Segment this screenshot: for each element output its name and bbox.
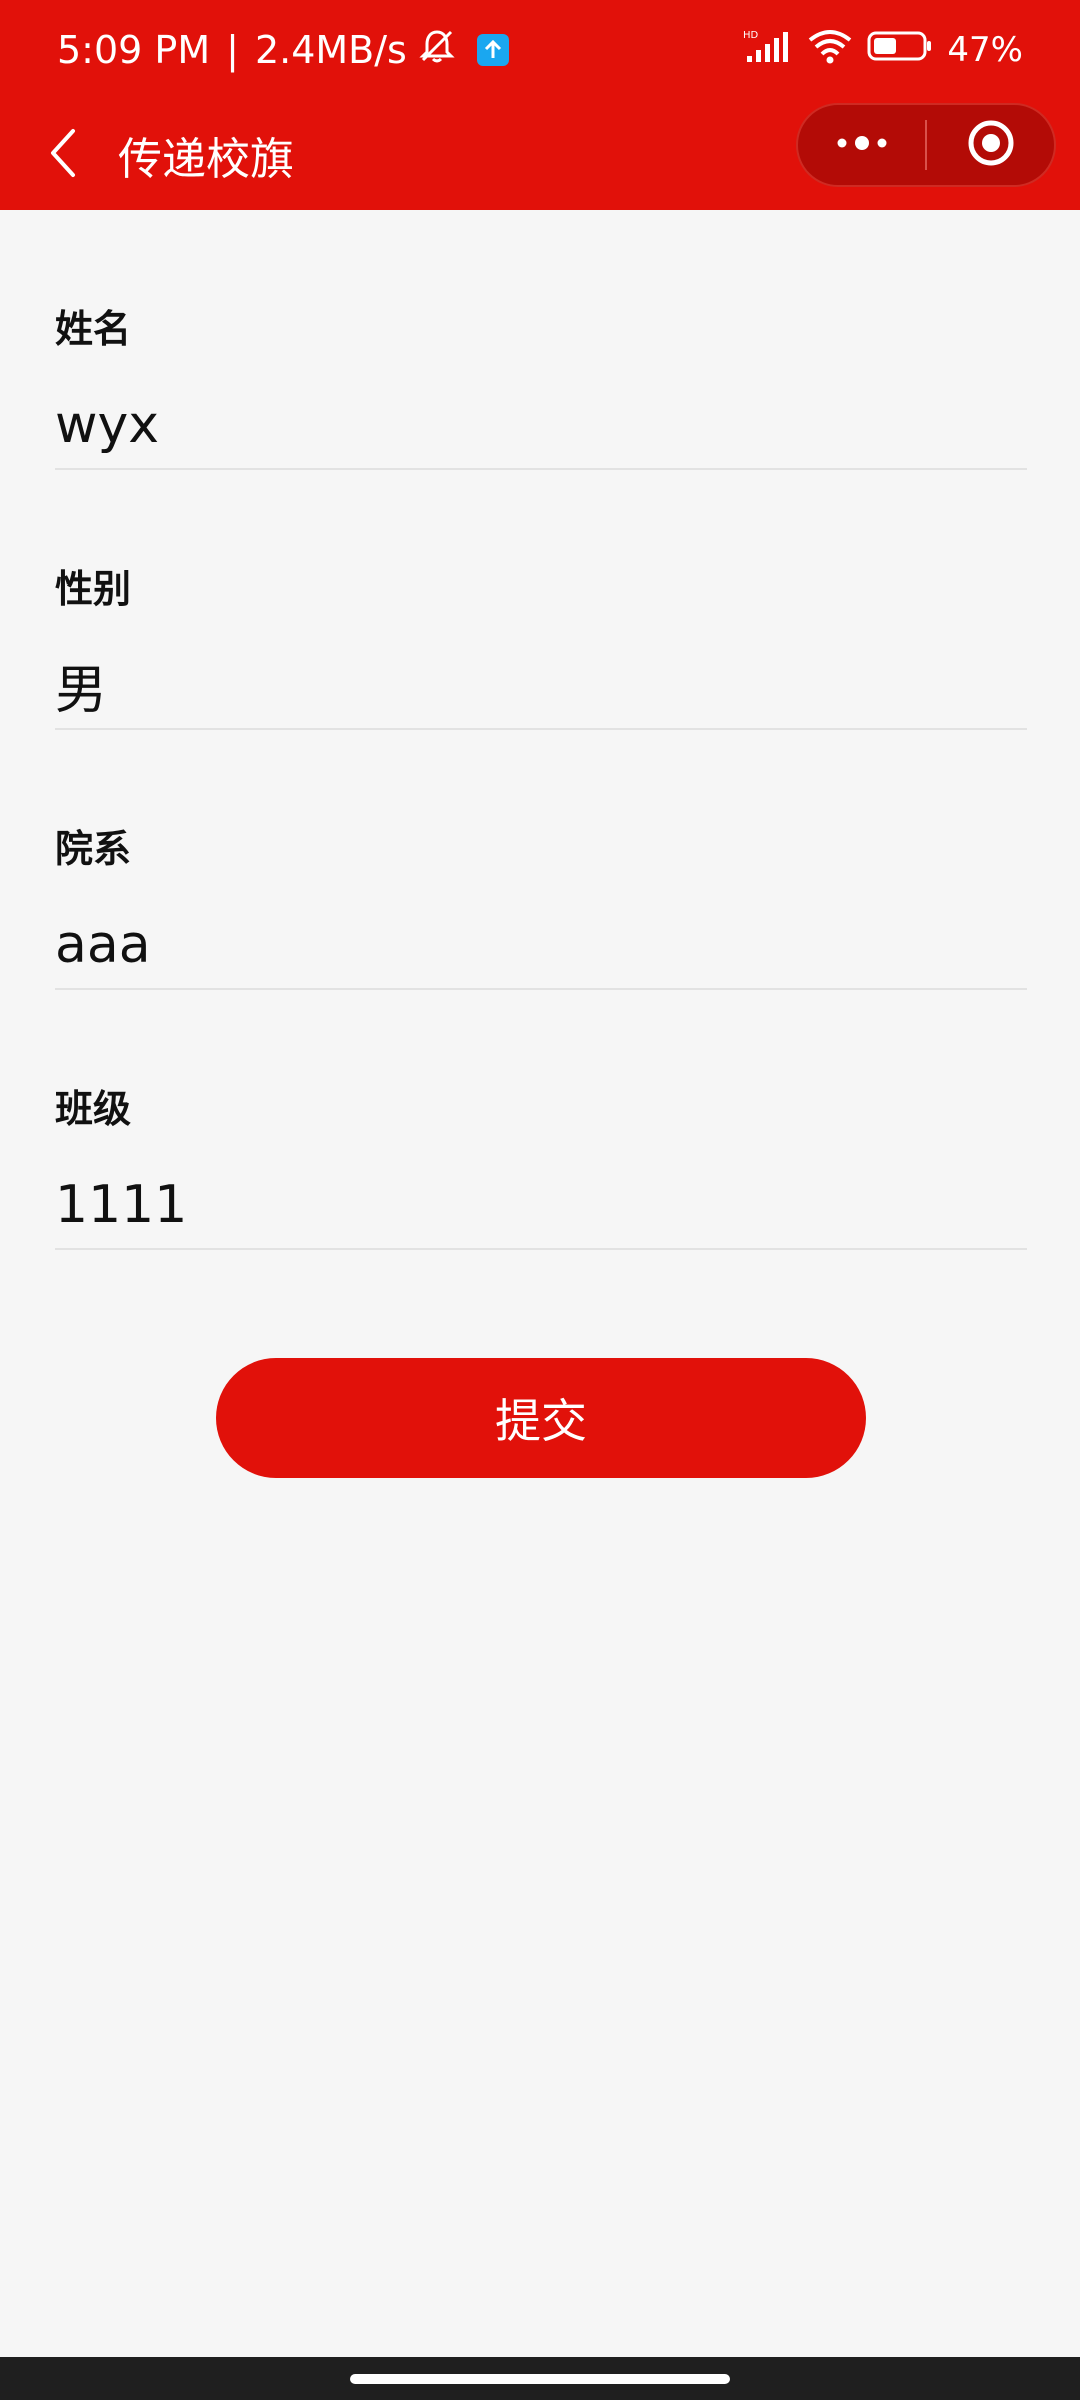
- form: 姓名 性别 院系 班级: [55, 210, 1027, 1250]
- signal-icon: HD: [743, 28, 793, 73]
- field-label: 班级: [55, 1087, 132, 1131]
- field-label: 院系: [55, 827, 132, 871]
- svg-text:HD: HD: [743, 30, 759, 41]
- wifi-icon: [807, 28, 853, 73]
- name-input[interactable]: [55, 390, 1027, 460]
- upload-icon: [476, 34, 509, 66]
- submit-button[interactable]: 提交: [216, 1358, 866, 1478]
- divider: [55, 1248, 1027, 1250]
- chevron-left-icon: [45, 127, 81, 183]
- battery-icon: [867, 30, 933, 71]
- home-indicator[interactable]: [350, 2374, 730, 2384]
- top-bar: 5:09 PM | 2.4MB/s HD 47% 传递校旗: [0, 0, 1080, 210]
- department-input[interactable]: [55, 910, 1027, 980]
- bell-muted-icon: [417, 26, 457, 75]
- more-button[interactable]: [798, 105, 925, 185]
- class-input[interactable]: [55, 1170, 1027, 1240]
- status-right: HD 47%: [743, 28, 1023, 73]
- field-label: 姓名: [55, 307, 132, 351]
- gender-input[interactable]: [55, 650, 1027, 720]
- battery-percent: 47%: [947, 30, 1023, 70]
- status-time: 5:09 PM: [57, 28, 211, 72]
- mini-program-capsule: [796, 103, 1056, 187]
- field-name: 姓名: [55, 210, 1027, 470]
- target-circle-icon: [966, 118, 1016, 172]
- field-class: 班级: [55, 990, 1027, 1250]
- field-gender: 性别: [55, 470, 1027, 730]
- field-label: 性别: [55, 567, 132, 611]
- page-title: 传递校旗: [118, 134, 294, 185]
- network-speed: 2.4MB/s: [254, 28, 407, 72]
- back-button[interactable]: [8, 100, 118, 210]
- gesture-bar: [0, 2357, 1080, 2400]
- more-dots-icon: [834, 133, 890, 157]
- status-bar: 5:09 PM | 2.4MB/s HD 47%: [0, 0, 1080, 100]
- close-mini-program-button[interactable]: [927, 105, 1054, 185]
- field-department: 院系: [55, 730, 1027, 990]
- status-separator: |: [226, 28, 239, 72]
- status-left: 5:09 PM | 2.4MB/s: [57, 26, 509, 75]
- navigation-bar: 传递校旗: [0, 100, 1080, 210]
